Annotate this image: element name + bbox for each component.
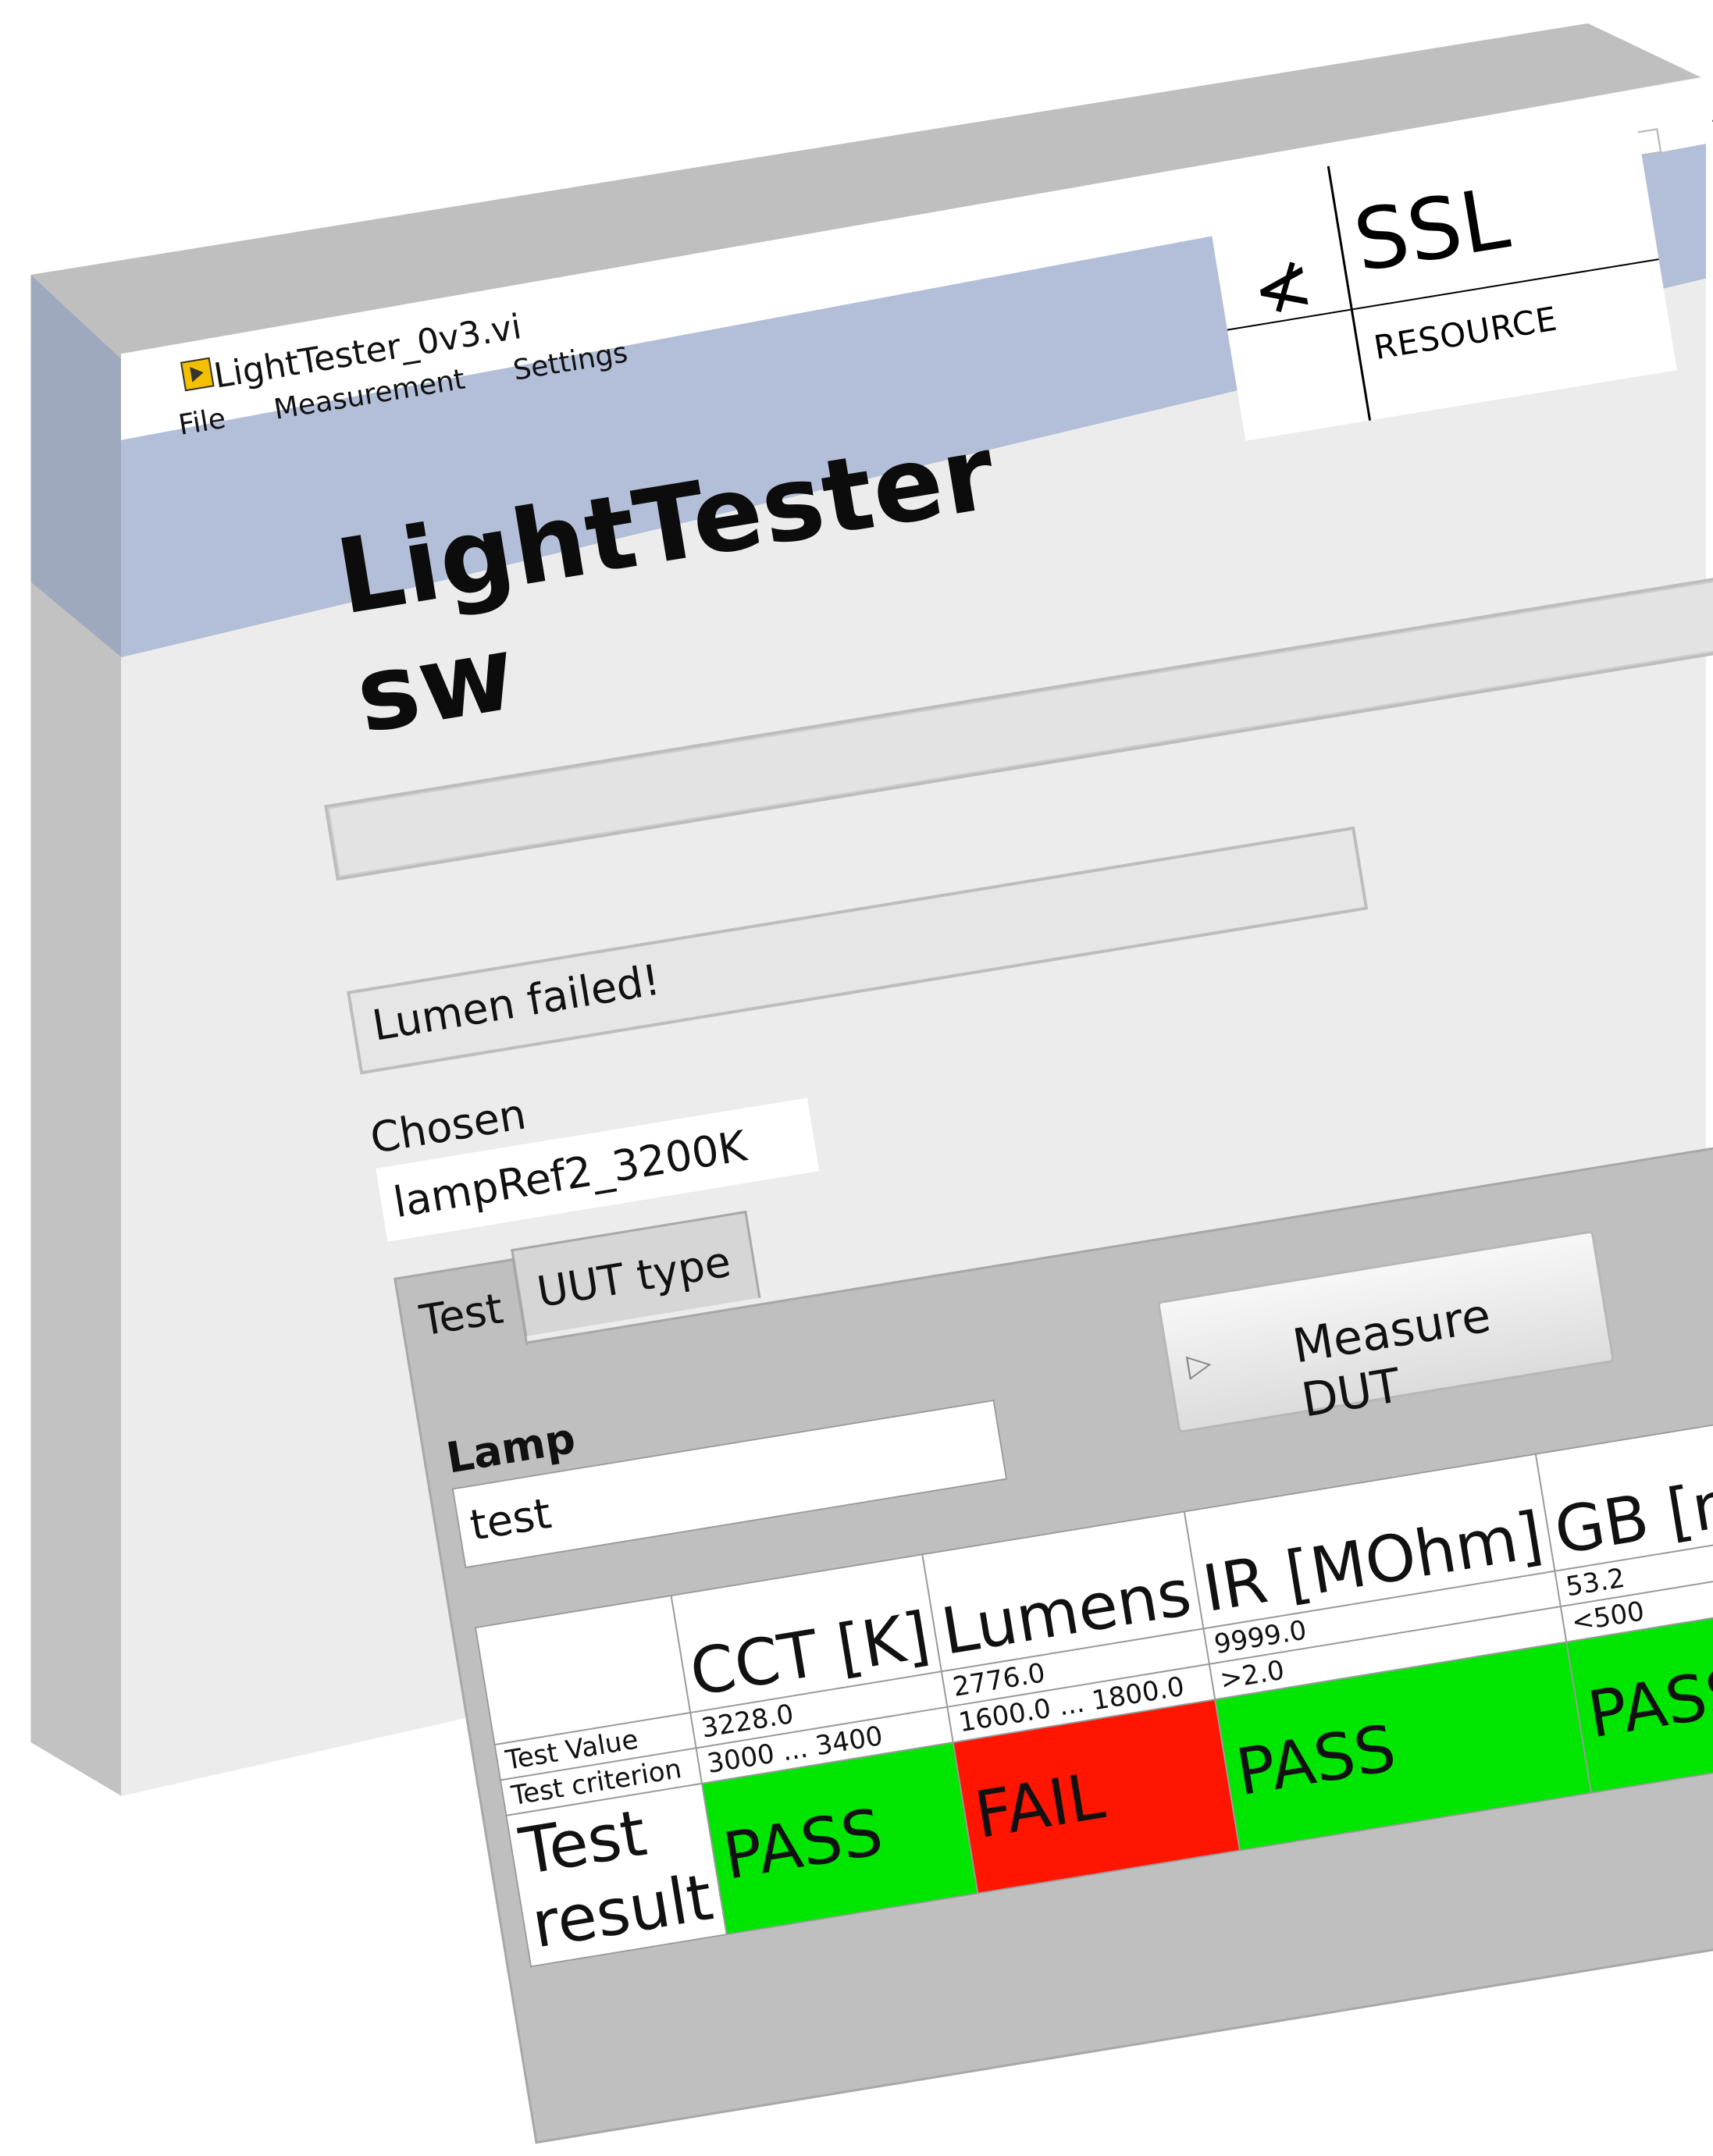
play-arrow-icon: ▷ xyxy=(1184,1344,1214,1384)
app-window-face: LightTester_0v3.vi File Measurement Sett… xyxy=(121,0,1713,2144)
close-button[interactable]: × xyxy=(1705,105,1713,147)
lamp-id-value: test xyxy=(466,1488,555,1550)
labview-vi-icon xyxy=(180,357,215,392)
row-label-test-result: Test result xyxy=(506,1783,727,1967)
logo-mark-icon: ≮ xyxy=(1245,240,1319,333)
